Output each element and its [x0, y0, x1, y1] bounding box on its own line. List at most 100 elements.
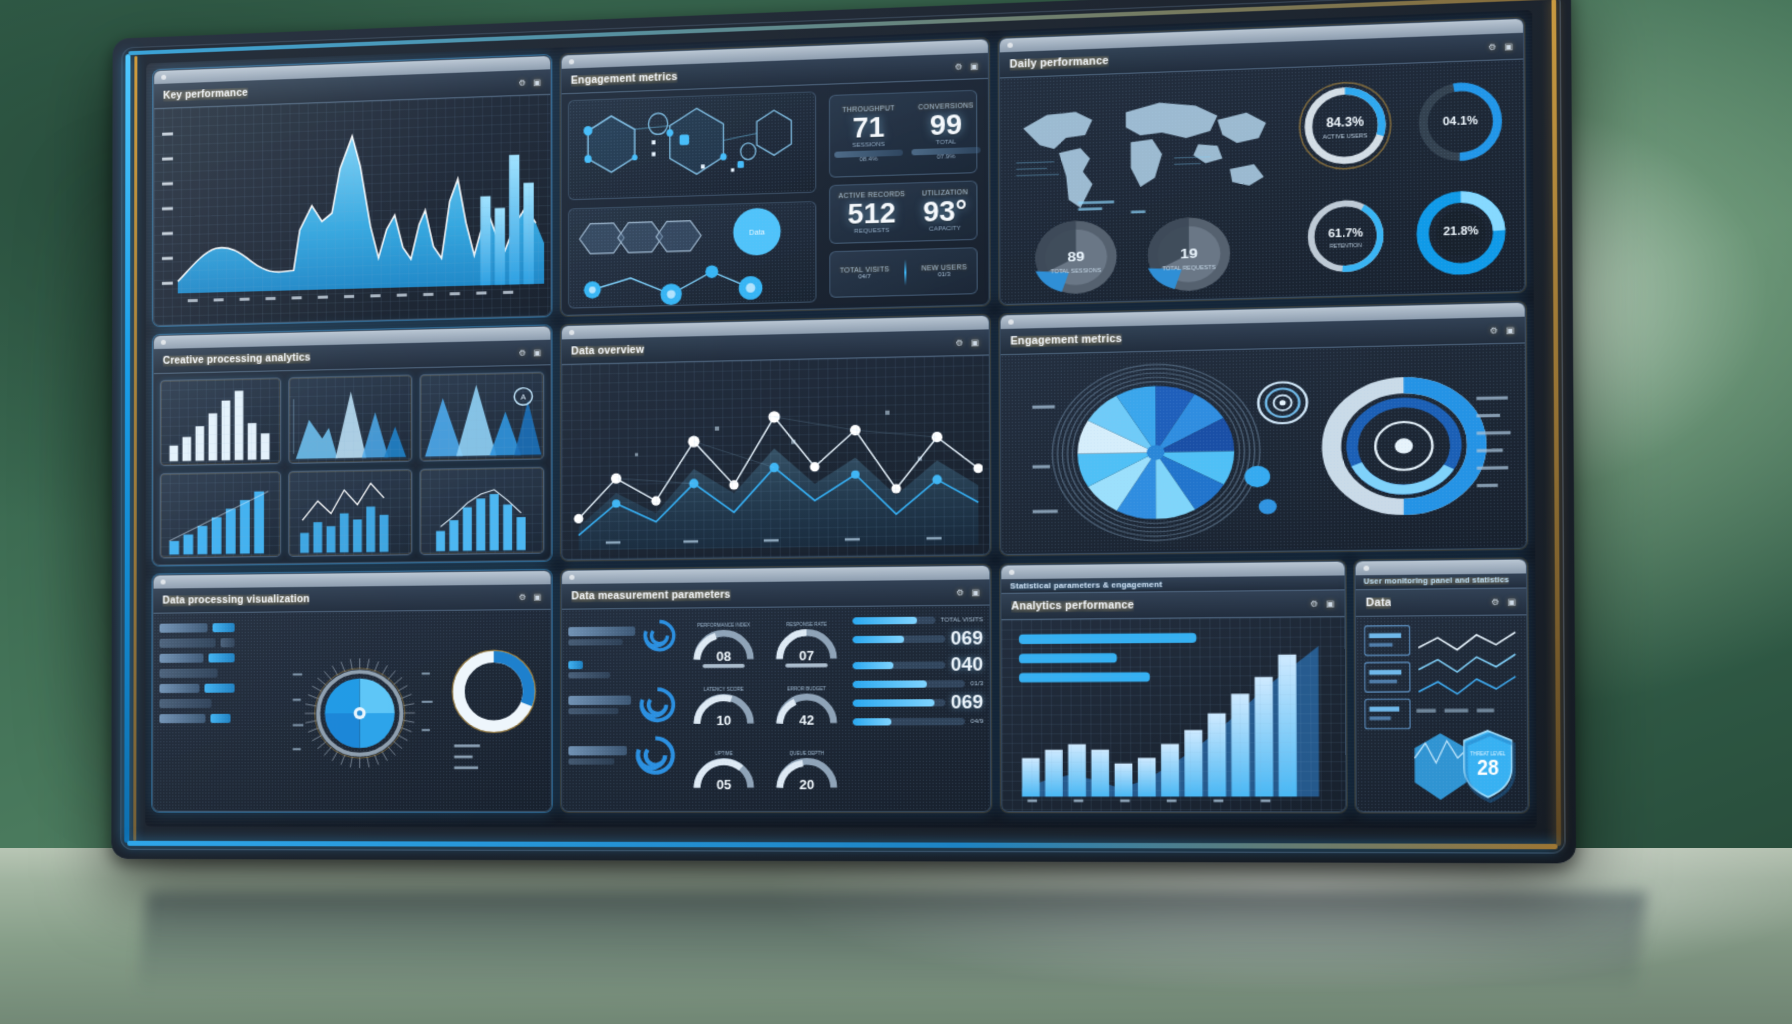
mini-chart-c[interactable]: A — [419, 371, 545, 462]
panel-controls[interactable]: ⚙ ▣ — [956, 587, 980, 597]
chart-gridlines — [420, 467, 544, 555]
panel-key-performance[interactable]: Key performance ⚙ ▣ — [152, 54, 552, 327]
grid-icon[interactable]: ▣ — [1506, 325, 1515, 335]
panel-body — [153, 94, 551, 326]
chart-gridlines — [160, 378, 281, 465]
window-dot-icon — [569, 329, 575, 336]
grid-icon[interactable]: ▣ — [971, 587, 979, 597]
kpi-value: 512 — [847, 197, 896, 230]
dot-texture — [1000, 343, 1526, 555]
dot-texture — [562, 605, 991, 812]
gear-icon[interactable]: ⚙ — [956, 588, 964, 597]
kpi-throughput: THROUGHPUT 71 SESSIONS 08.4% — [830, 103, 907, 167]
stat-value: 040 — [950, 653, 984, 675]
gear-icon[interactable]: ⚙ — [1310, 599, 1318, 609]
panel-controls[interactable]: ⚙ ▣ — [519, 592, 542, 601]
panel-daily-performance[interactable]: Daily performance ⚙ ▣ 89 TOTAL SESSIONS … — [998, 17, 1526, 306]
kpi-box-tertiary[interactable]: TOTAL VISITS 04/7 NEW USERS 01/3 — [829, 247, 978, 298]
grid-icon[interactable]: ▣ — [533, 77, 541, 86]
hex-network-widget[interactable] — [567, 91, 817, 201]
panel-data-processing-radial[interactable]: Data processing visualization ⚙ ▣ — [152, 569, 552, 812]
grid-icon[interactable]: ▣ — [533, 592, 541, 601]
window-dot-icon — [1363, 565, 1370, 571]
panel-controls[interactable]: ⚙ ▣ — [955, 61, 979, 71]
grid-icon[interactable]: ▣ — [1504, 41, 1513, 51]
panel-security-monitor[interactable]: User monitoring panel and statistics Dat… — [1354, 558, 1529, 813]
mini-chart-b[interactable] — [288, 374, 412, 464]
panel-engagement-metrics[interactable]: Engagement metrics ⚙ ▣ THROUGHPUT 71 SES… — [560, 38, 990, 316]
panel-title: Data processing visualization — [162, 593, 310, 607]
mini-chart-grid: A — [159, 371, 545, 559]
panel-subheader: User monitoring panel and statistics — [1355, 573, 1527, 591]
kpi-value: 71 — [852, 111, 885, 144]
kpi-unit: TOTAL — [935, 139, 957, 147]
stat-label: TOTAL VISITS — [940, 616, 984, 624]
panel-data-overview[interactable]: Data overview ⚙ ▣ — [560, 314, 991, 561]
node-flow-widget[interactable]: Data — [567, 200, 817, 309]
gear-icon[interactable]: ⚙ — [955, 62, 963, 72]
dial-gauge-2-value: 19 — [1180, 246, 1198, 262]
chart-gridlines — [1001, 617, 1346, 812]
grid-icon[interactable]: ▣ — [970, 61, 978, 71]
panel-body — [561, 355, 990, 560]
panel-analytics-performance[interactable]: Statistical parameters & engagement Anal… — [1000, 560, 1347, 813]
window-dot-icon — [569, 574, 575, 580]
panel-controls[interactable]: ⚙ ▣ — [1488, 41, 1513, 52]
window-dot-icon — [160, 339, 166, 345]
gear-icon[interactable]: ⚙ — [1490, 325, 1498, 335]
gear-icon[interactable]: ⚙ — [1491, 597, 1499, 607]
panel-controls[interactable]: ⚙ ▣ — [518, 77, 540, 87]
list-sub-chip — [568, 639, 623, 646]
radial-chart-widget[interactable] — [290, 617, 438, 805]
panel-subtitle: Statistical parameters & engagement — [1010, 579, 1163, 591]
kpi-value: 99 — [929, 109, 963, 142]
gear-icon[interactable]: ⚙ — [955, 338, 963, 348]
panel-controls[interactable]: ⚙ ▣ — [955, 337, 979, 347]
gear-icon[interactable]: ⚙ — [518, 78, 525, 87]
panel-controls[interactable]: ⚙ ▣ — [519, 348, 542, 358]
panel-header: Data ⚙ ▣ — [1355, 588, 1527, 617]
panel-controls[interactable]: ⚙ ▣ — [1310, 598, 1334, 608]
gear-icon[interactable]: ⚙ — [519, 348, 526, 357]
world-map-widget[interactable]: 89 TOTAL SESSIONS 19 TOTAL REQUESTS — [1006, 75, 1283, 298]
kpi-divider — [904, 259, 907, 286]
kpi-stack: THROUGHPUT 71 SESSIONS 08.4% CONVERSIONS — [825, 85, 982, 302]
kpi-records: ACTIVE RECORDS 512 REQUESTS — [834, 189, 909, 238]
secondary-donut-widget[interactable] — [443, 616, 545, 805]
panel-title: Daily performance — [1009, 55, 1109, 71]
chart-gridlines — [160, 471, 281, 558]
panel-header: Data measurement parameters ⚙ ▣ — [562, 579, 990, 610]
list-sub-chip — [568, 672, 611, 679]
panel-controls[interactable]: ⚙ ▣ — [1491, 597, 1516, 607]
grid-icon[interactable]: ▣ — [533, 348, 541, 357]
mini-chart-f[interactable] — [419, 466, 545, 556]
panel-body: 89 TOTAL SESSIONS 19 TOTAL REQUESTS — [999, 59, 1525, 304]
kpi-unit: REQUESTS — [854, 227, 890, 236]
grid-icon[interactable]: ▣ — [1507, 597, 1516, 607]
mini-chart-a[interactable] — [159, 377, 282, 466]
panel-title: Engagement metrics — [1010, 333, 1122, 348]
kpi-utilization: UTILIZATION 93° CAPACITY — [918, 187, 973, 236]
panel-header: Analytics performance ⚙ ▣ — [1001, 590, 1345, 621]
panel-distribution[interactable]: Engagement metrics ⚙ ▣ — [999, 301, 1528, 556]
window-dot-icon — [1007, 42, 1013, 48]
grid-icon[interactable]: ▣ — [971, 337, 979, 347]
list-value-chip — [220, 638, 235, 648]
kpi-box-secondary[interactable]: ACTIVE RECORDS 512 REQUESTS UTILIZATION … — [829, 179, 978, 245]
gear-icon[interactable]: ⚙ — [519, 592, 526, 601]
gear-icon[interactable]: ⚙ — [1488, 42, 1496, 52]
kpi-footer: 08.4% — [859, 156, 878, 164]
grid-icon[interactable]: ▣ — [1326, 598, 1335, 608]
panel-creative-processing[interactable]: Creative processing analytics ⚙ ▣ — [152, 325, 552, 566]
kpi-box-primary[interactable]: THROUGHPUT 71 SESSIONS 08.4% CONVERSIONS — [828, 89, 981, 178]
panel-controls[interactable]: ⚙ ▣ — [1490, 325, 1515, 335]
mini-chart-e[interactable] — [288, 468, 412, 557]
panel-title: Creative processing analytics — [162, 351, 311, 367]
panel-measurement-parameters[interactable]: Data measurement parameters ⚙ ▣ TOTAL VI… — [560, 564, 992, 813]
monitor-frame: Key performance ⚙ ▣ Engagement metrics ⚙… — [111, 0, 1577, 864]
panel-body: PERFORMANCE INDEX 08 RESPONSE RATE — [562, 605, 991, 812]
window-dot-icon — [161, 74, 167, 80]
secondary-donut-chart — [443, 616, 545, 770]
mini-chart-d[interactable] — [159, 470, 282, 559]
chart-gridlines — [153, 94, 551, 326]
